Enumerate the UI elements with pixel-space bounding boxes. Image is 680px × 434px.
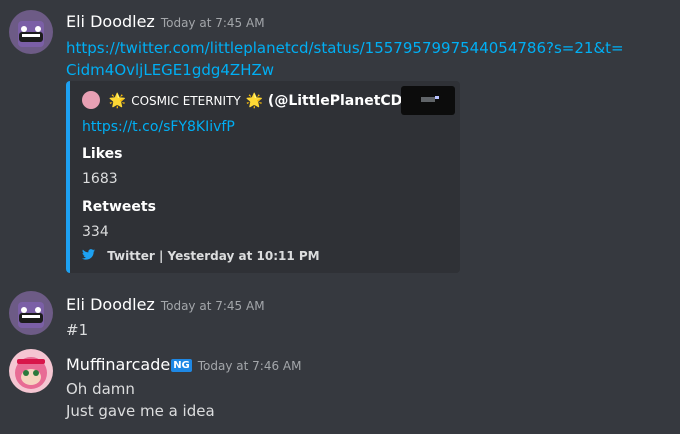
message-1: Eli Doodlez Today at 7:45 AM https://twit… (0, 0, 680, 280)
purple-guy-avatar-icon (9, 10, 53, 54)
author-handle: (@LittlePlanetCD) (267, 93, 409, 109)
footer-text: Twitter | Yesterday at 10:11 PM (107, 249, 320, 263)
amy-rose-avatar-icon (9, 349, 53, 393)
timestamp: Today at 7:46 AM (197, 359, 302, 373)
purple-guy-avatar-icon (9, 291, 53, 335)
field-retweets-value: 334 (82, 224, 109, 240)
field-likes-value: 1683 (82, 171, 118, 187)
message-3: Muffinarcade NG Today at 7:46 AM Oh damn J… (0, 340, 680, 434)
tweet-link[interactable]: https://twitter.com/littleplanetcd/statu… (66, 39, 624, 57)
author-star-icon: 🌟 (108, 93, 127, 109)
avatar[interactable] (9, 291, 53, 335)
author-star-icon-2: 🌟 (245, 93, 264, 109)
message-text-line-1: Oh damn (66, 380, 135, 398)
timestamp: Today at 7:45 AM (160, 299, 265, 313)
embed-short-link[interactable]: https://t.co/sFY8KIivfP (82, 119, 235, 135)
avatar[interactable] (9, 10, 53, 54)
message-text-line-2: Just gave me a idea (66, 402, 215, 420)
field-retweets-name: Retweets (82, 199, 156, 215)
avatar[interactable] (9, 349, 53, 393)
author-avatar-icon (82, 91, 100, 109)
field-likes-name: Likes (82, 146, 123, 162)
twitter-bird-icon (82, 249, 99, 263)
username-text[interactable]: Eli Doodlez (66, 295, 155, 314)
username[interactable]: Eli Doodlez Today at 7:45 AM (66, 12, 265, 31)
embed-footer: Twitter | Yesterday at 10:11 PM (82, 249, 320, 263)
timestamp: Today at 7:45 AM (160, 16, 265, 30)
author-name: COSMIC ETERNITY (131, 94, 241, 108)
message-2: Eli Doodlez Today at 7:45 AM #1 (0, 280, 680, 340)
ng-badge-icon: NG (171, 359, 192, 372)
tweet-link-continued[interactable]: Cidm4OvljLEGE1gdg4ZHZw (66, 61, 274, 79)
embed-author[interactable]: 🌟 COSMIC ETERNITY 🌟 (@LittlePlanetCD) (82, 91, 409, 109)
thumbnail-image-icon (421, 96, 439, 102)
username[interactable]: Muffinarcade NG Today at 7:46 AM (66, 355, 301, 374)
embed-thumbnail[interactable] (401, 86, 455, 115)
username-text[interactable]: Muffinarcade (66, 355, 170, 374)
message-text: #1 (66, 321, 89, 339)
twitter-embed: 🌟 COSMIC ETERNITY 🌟 (@LittlePlanetCD) ht… (66, 81, 460, 273)
username-text[interactable]: Eli Doodlez (66, 12, 155, 31)
username[interactable]: Eli Doodlez Today at 7:45 AM (66, 295, 265, 314)
